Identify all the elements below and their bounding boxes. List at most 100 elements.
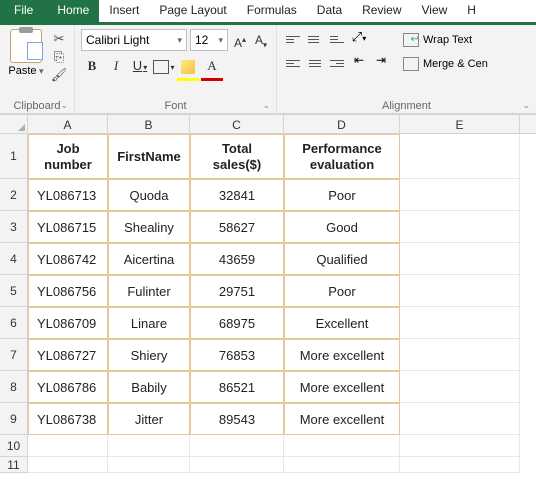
cell[interactable] — [400, 275, 520, 307]
row-header[interactable]: 11 — [0, 457, 27, 473]
font-size-select[interactable]: 12▾ — [190, 29, 228, 51]
cell[interactable] — [400, 371, 520, 403]
tab-help[interactable]: H — [457, 0, 486, 22]
cell[interactable]: YL086742 — [28, 243, 108, 275]
cell[interactable]: YL086715 — [28, 211, 108, 243]
cell[interactable]: 86521 — [190, 371, 284, 403]
cell[interactable]: YL086727 — [28, 339, 108, 371]
row-header[interactable]: 3 — [0, 211, 27, 243]
cell[interactable] — [190, 435, 284, 457]
cell[interactable]: 29751 — [190, 275, 284, 307]
tab-formulas[interactable]: Formulas — [237, 0, 307, 22]
col-header-D[interactable]: D — [284, 115, 400, 133]
format-painter-button[interactable]: 🖌 — [50, 67, 68, 83]
row-header[interactable]: 6 — [0, 307, 27, 339]
tab-file[interactable]: File — [0, 0, 47, 22]
header-cell[interactable]: FirstName — [108, 134, 190, 179]
row-header[interactable]: 10 — [0, 435, 27, 457]
tab-view[interactable]: View — [412, 0, 458, 22]
cell[interactable]: Jitter — [108, 403, 190, 435]
col-header-B[interactable]: B — [108, 115, 190, 133]
cell[interactable]: YL086786 — [28, 371, 108, 403]
borders-button[interactable]: ▾ — [153, 55, 175, 77]
cell[interactable]: Fulinter — [108, 275, 190, 307]
header-cell[interactable]: Total sales($) — [190, 134, 284, 179]
align-top-button[interactable] — [283, 29, 303, 49]
increase-font-button[interactable]: A▴ — [231, 29, 249, 51]
cell[interactable]: Babily — [108, 371, 190, 403]
merge-center-button[interactable]: Merge & Cen — [403, 53, 488, 75]
fill-color-button[interactable] — [177, 55, 199, 77]
cell[interactable] — [28, 435, 108, 457]
align-right-button[interactable] — [327, 53, 347, 73]
cell[interactable] — [400, 339, 520, 371]
bold-button[interactable]: B — [81, 55, 103, 77]
wrap-text-button[interactable]: Wrap Text — [403, 29, 488, 51]
cell[interactable] — [190, 457, 284, 473]
tab-insert[interactable]: Insert — [99, 0, 149, 22]
tab-review[interactable]: Review — [352, 0, 411, 22]
tab-data[interactable]: Data — [307, 0, 352, 22]
cell[interactable]: Quoda — [108, 179, 190, 211]
cell[interactable]: Good — [284, 211, 400, 243]
cell[interactable]: 32841 — [190, 179, 284, 211]
row-header[interactable]: 1 — [0, 134, 27, 179]
cell[interactable]: YL086738 — [28, 403, 108, 435]
align-bottom-button[interactable] — [327, 29, 347, 49]
decrease-font-button[interactable]: A▾ — [252, 29, 270, 51]
cell[interactable] — [400, 211, 520, 243]
row-header[interactable]: 5 — [0, 275, 27, 307]
cell[interactable]: 58627 — [190, 211, 284, 243]
orientation-button[interactable]: ⤢▾ — [349, 29, 369, 49]
header-cell[interactable]: Performance evaluation — [284, 134, 400, 179]
cell[interactable] — [108, 457, 190, 473]
cell[interactable] — [284, 457, 400, 473]
cell[interactable]: Poor — [284, 179, 400, 211]
cut-button[interactable]: ✂ — [50, 31, 68, 47]
row-header[interactable]: 8 — [0, 371, 27, 403]
cell[interactable] — [400, 134, 520, 179]
cell[interactable]: Shiery — [108, 339, 190, 371]
cell[interactable]: YL086709 — [28, 307, 108, 339]
cell[interactable] — [400, 457, 520, 473]
cell[interactable] — [108, 435, 190, 457]
underline-button[interactable]: U▾ — [129, 55, 151, 77]
col-header-A[interactable]: A — [28, 115, 108, 133]
cell[interactable]: YL086756 — [28, 275, 108, 307]
copy-button[interactable]: ⎘ — [50, 49, 68, 65]
cell[interactable]: More excellent — [284, 403, 400, 435]
cell[interactable] — [400, 435, 520, 457]
font-color-button[interactable]: A — [201, 55, 223, 77]
cell[interactable]: Qualified — [284, 243, 400, 275]
cell[interactable]: More excellent — [284, 371, 400, 403]
italic-button[interactable]: I — [105, 55, 127, 77]
col-header-E[interactable]: E — [400, 115, 520, 133]
align-middle-button[interactable] — [305, 29, 325, 49]
cell[interactable]: Shealiny — [108, 211, 190, 243]
font-name-select[interactable]: Calibri Light▾ — [81, 29, 187, 51]
select-all-corner[interactable] — [0, 115, 28, 133]
row-header[interactable]: 9 — [0, 403, 27, 435]
row-header[interactable]: 2 — [0, 179, 27, 211]
cell[interactable] — [400, 243, 520, 275]
cell[interactable]: Aicertina — [108, 243, 190, 275]
align-center-button[interactable] — [305, 53, 325, 73]
increase-indent-button[interactable]: ⇥ — [371, 53, 391, 73]
col-header-C[interactable]: C — [190, 115, 284, 133]
cell[interactable]: Excellent — [284, 307, 400, 339]
cell[interactable] — [400, 403, 520, 435]
cell[interactable]: Linare — [108, 307, 190, 339]
cell[interactable]: 89543 — [190, 403, 284, 435]
cell[interactable] — [284, 435, 400, 457]
cell[interactable]: 76853 — [190, 339, 284, 371]
cell[interactable]: Poor — [284, 275, 400, 307]
decrease-indent-button[interactable]: ⇤ — [349, 53, 369, 73]
header-cell[interactable]: Job number — [28, 134, 108, 179]
tab-home[interactable]: Home — [47, 0, 99, 22]
cell[interactable]: 68975 — [190, 307, 284, 339]
cell[interactable] — [28, 457, 108, 473]
cell[interactable]: YL086713 — [28, 179, 108, 211]
tab-page-layout[interactable]: Page Layout — [149, 0, 236, 22]
row-header[interactable]: 7 — [0, 339, 27, 371]
row-header[interactable]: 4 — [0, 243, 27, 275]
